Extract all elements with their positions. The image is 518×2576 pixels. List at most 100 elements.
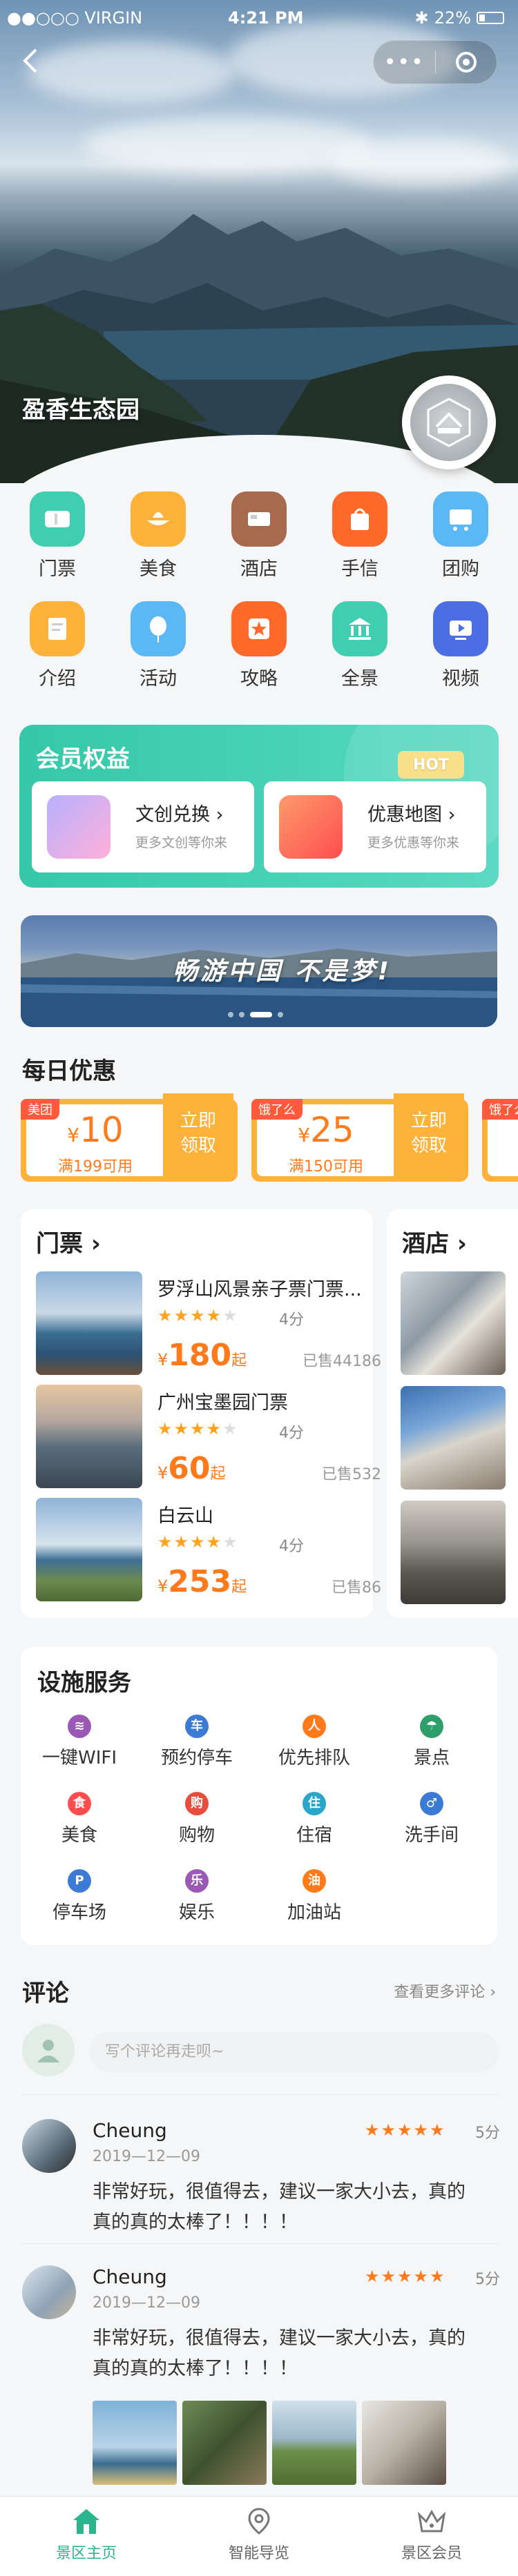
promo-banner[interactable]: 畅游中国 不是梦! [21, 915, 497, 1027]
deal-map-card[interactable]: 优惠地图 › 更多优惠等你来 [264, 781, 486, 872]
ticket-item[interactable]: 广州宝墨园门票 ★★★★★ 4分 ¥60起 已售532 [36, 1385, 381, 1488]
tab-home[interactable]: 景区主页 [0, 2497, 173, 2576]
facility-label: 一键WIFI [42, 1748, 117, 1768]
feature-video-play[interactable]: 视频 [419, 601, 502, 690]
reviewer-avatar[interactable] [22, 2119, 76, 2173]
hotel-panel: 酒店 › [387, 1209, 518, 1618]
facility-item[interactable]: ≋ 一键WIFI [24, 1715, 135, 1769]
feature-label: 团购 [442, 558, 479, 580]
facility-label: 住宿 [296, 1825, 332, 1846]
feature-label: 手信 [341, 558, 378, 580]
miniprogram-capsule: ••• [373, 40, 497, 84]
facility-label: 预约停车 [160, 1748, 233, 1768]
member-title: 会员权益 [36, 745, 130, 773]
hotel-title[interactable]: 酒店 › [402, 1224, 467, 1258]
facility-icon: ♂ [420, 1792, 443, 1815]
facility-item[interactable]: ☂ 景点 [376, 1715, 487, 1769]
feature-label: 介绍 [39, 668, 76, 690]
feature-label: 门票 [39, 558, 76, 580]
facility-label: 洗手间 [404, 1825, 459, 1846]
facility-item[interactable]: ♂ 洗手间 [376, 1792, 487, 1846]
park-emblem-icon [427, 398, 471, 447]
sold-count: 已售532 [322, 1466, 381, 1483]
more-comments-link[interactable]: 查看更多评论 › [394, 1980, 496, 2002]
facility-icon: 车 [185, 1715, 209, 1738]
rating-stars: ★★★★★ [157, 1306, 239, 1325]
tab-membership[interactable]: 景区会员 [345, 2497, 518, 2576]
tab-smart-guide[interactable]: 智能导览 [173, 2497, 345, 2576]
feature-guide-star[interactable]: 攻略 [218, 601, 300, 690]
facility-item[interactable]: 住住宿 [259, 1792, 370, 1846]
culture-exchange-card[interactable]: 文创兑换 › 更多文创等你来 [32, 781, 254, 872]
facility-item[interactable]: 车预约停车 [142, 1715, 252, 1769]
facility-item[interactable]: 食美食 [24, 1792, 135, 1846]
facility-item[interactable]: 乐娱乐 [142, 1869, 252, 1924]
back-button[interactable] [21, 47, 48, 75]
ticket-image [36, 1385, 142, 1488]
coupon-amount: ¥25 [298, 1110, 354, 1150]
balloon-icon [131, 601, 186, 656]
claim-coupon-button[interactable]: 立即领取 [163, 1093, 233, 1176]
facility-item[interactable]: 购购物 [142, 1792, 252, 1846]
claim-coupon-button[interactable]: 立即领取 [394, 1093, 464, 1176]
daily-deals-title: 每日优惠 [22, 1057, 116, 1085]
feature-grid: 门票 美食 酒店 手信 团购 介绍 活动 攻略 全景 视频 [0, 491, 518, 711]
facility-item[interactable]: 油加油站 [259, 1869, 370, 1924]
hotel-image[interactable] [401, 1501, 506, 1604]
review-text: 非常好玩，很值得去，建议一家大小去，真的真的真的太棒了！！！！ [93, 2328, 466, 2379]
close-miniprogram-button[interactable] [436, 52, 497, 72]
hotel-image[interactable] [401, 1386, 506, 1490]
review-photos [93, 2401, 446, 2485]
feature-label: 视频 [442, 668, 479, 690]
review-photo[interactable] [93, 2401, 177, 2485]
feature-intro-doc[interactable]: 介绍 [16, 601, 99, 690]
coupon-card[interactable]: 饿了么 ¥25 满150可用 立即领取 [251, 1093, 468, 1182]
ticket-icon [30, 491, 85, 547]
feature-group-buy[interactable]: 团购 [419, 491, 502, 580]
review-photo[interactable] [362, 2401, 446, 2485]
ticket-item[interactable]: 罗浮山风景亲子票门票... ★★★★★ 4分 ¥180起 已售44186 [36, 1271, 381, 1375]
park-logo-badge[interactable] [402, 375, 496, 469]
facility-icon: ≋ [68, 1715, 91, 1738]
ticket-name: 罗浮山风景亲子票门票... [157, 1279, 362, 1300]
reviewer-name: Cheung [93, 2119, 167, 2142]
facility-item[interactable]: 人优先排队 [259, 1715, 370, 1769]
tickets-title[interactable]: 门票 › [36, 1224, 101, 1258]
ticket-price: ¥180起 [157, 1338, 247, 1373]
review-photo[interactable] [182, 2401, 267, 2485]
facility-label: 优先排队 [278, 1748, 350, 1768]
review-photo[interactable] [272, 2401, 356, 2485]
divider [22, 2243, 499, 2244]
coupon-amount: ¥10 [67, 1110, 124, 1150]
feature-hotel-bed[interactable]: 酒店 [218, 491, 300, 580]
facility-item[interactable]: P 停车场 [24, 1869, 135, 1924]
battery-indicator: ✱ 22% [415, 8, 504, 28]
park-name: 盈香生态园 [22, 396, 140, 424]
deal-map-title: 优惠地图 › [367, 804, 456, 826]
feature-panorama-building[interactable]: 全景 [318, 601, 401, 690]
facility-icon: 油 [303, 1869, 326, 1893]
panorama-building-icon [332, 601, 387, 656]
comment-input[interactable]: 写个评论再走呗~ [90, 2032, 499, 2072]
rating-stars: ★★★★★ [157, 1532, 239, 1552]
member-benefits-card: 会员权益 HOT 文创兑换 › 更多文创等你来 优惠地图 › 更多优惠等你来 [19, 725, 499, 888]
status-bar: ●●○○○ VIRGIN 4:21 PM ✱ 22% [0, 0, 518, 37]
more-button[interactable]: ••• [374, 50, 435, 75]
review-score: 5分 [475, 2271, 500, 2288]
facility-label: 娱乐 [178, 1902, 215, 1923]
ticket-item[interactable]: 白云山 ★★★★★ 4分 ¥253起 已售86 [36, 1498, 381, 1601]
rating-score: 4分 [279, 1311, 304, 1329]
reviewer-avatar[interactable] [22, 2265, 76, 2319]
comments-title: 评论 [22, 1980, 69, 2007]
bluetooth-icon: ✱ [414, 8, 429, 28]
feature-food[interactable]: 美食 [117, 491, 200, 580]
feature-balloon[interactable]: 活动 [117, 601, 200, 690]
carousel-dots [228, 1012, 283, 1017]
facility-label: 购物 [178, 1825, 215, 1846]
feature-ticket[interactable]: 门票 [16, 491, 99, 580]
culture-exchange-title: 文创兑换 › [135, 804, 224, 826]
coupon-card[interactable]: 美团 ¥10 满199可用 立即领取 [21, 1093, 238, 1182]
hotel-image[interactable] [401, 1271, 506, 1375]
feature-gift-bag[interactable]: 手信 [318, 491, 401, 580]
coupon-card-partial[interactable]: 饿了么 [482, 1099, 518, 1182]
